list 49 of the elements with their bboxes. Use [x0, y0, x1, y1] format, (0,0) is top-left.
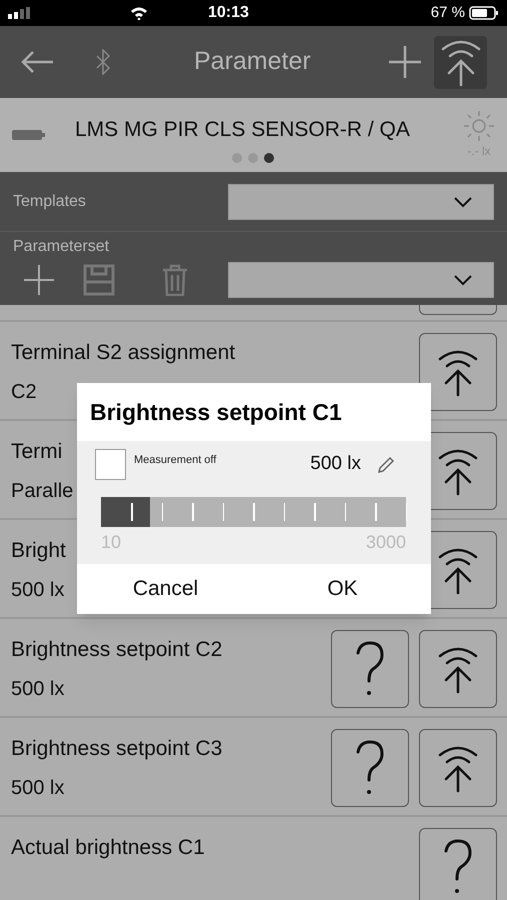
parameter-value: 500 lx: [11, 676, 66, 702]
battery-full-icon: [12, 129, 45, 141]
upload-button[interactable]: [419, 333, 497, 411]
device-name: LMS MG PIR CLS SENSOR-R / QA: [75, 117, 410, 144]
wifi-icon: [130, 6, 148, 20]
add-button[interactable]: [388, 45, 422, 79]
chevron-down-icon: [453, 196, 473, 208]
slider-track[interactable]: [101, 497, 406, 527]
setpoint-value: 500 lx: [310, 452, 361, 476]
parameter-name: Brightness setpoint C3: [11, 736, 222, 762]
parameter-name: Termi: [11, 439, 64, 465]
clock: 10:13: [208, 3, 249, 23]
upload-button[interactable]: [419, 729, 497, 807]
templates-label: Templates: [13, 192, 86, 212]
question-mark-icon: [355, 641, 385, 697]
bluetooth-icon: [96, 49, 110, 75]
checkbox[interactable]: [95, 449, 126, 480]
parameter-name: Terminal S2 assignment: [11, 340, 236, 366]
add-button[interactable]: [22, 263, 56, 297]
help-button[interactable]: [331, 729, 409, 807]
parameter-name: Brightness setpoint C2: [11, 637, 222, 663]
back-arrow-icon: [20, 50, 54, 74]
sun-icon: [463, 110, 495, 142]
checkbox-label: Measurement off: [134, 453, 216, 468]
parameter-value: C2: [11, 380, 38, 404]
dialog-button[interactable]: OK: [254, 564, 431, 614]
dialog-button[interactable]: Cancel: [77, 564, 254, 614]
parameter-name: Bright: [11, 538, 66, 564]
dialog-title: Brightness setpoint C1: [90, 398, 342, 427]
help-button[interactable]: [419, 828, 497, 900]
parameterset-label: Parameterset: [13, 238, 110, 255]
trash-icon: [162, 264, 188, 296]
help-button[interactable]: [331, 630, 409, 708]
pencil-icon: [377, 456, 395, 474]
question-mark-icon: [443, 839, 473, 895]
upload-button[interactable]: [419, 630, 497, 708]
parameter-value: 500 lx: [11, 578, 66, 602]
battery-icon: [469, 6, 499, 20]
chevron-down-icon: [453, 274, 473, 286]
battery-percent: 67 %: [430, 2, 465, 23]
signal-icon: [8, 7, 30, 19]
page-title: Parameter: [194, 46, 311, 78]
edit-button[interactable]: [377, 456, 395, 474]
plus-icon: [23, 264, 55, 296]
parameter-value: Paralle: [11, 478, 74, 504]
parameter-name: Actual brightness C1: [11, 835, 205, 861]
question-mark-icon: [355, 740, 385, 796]
parameter-value: 500 lx: [11, 776, 66, 800]
plus-icon: [388, 45, 422, 79]
